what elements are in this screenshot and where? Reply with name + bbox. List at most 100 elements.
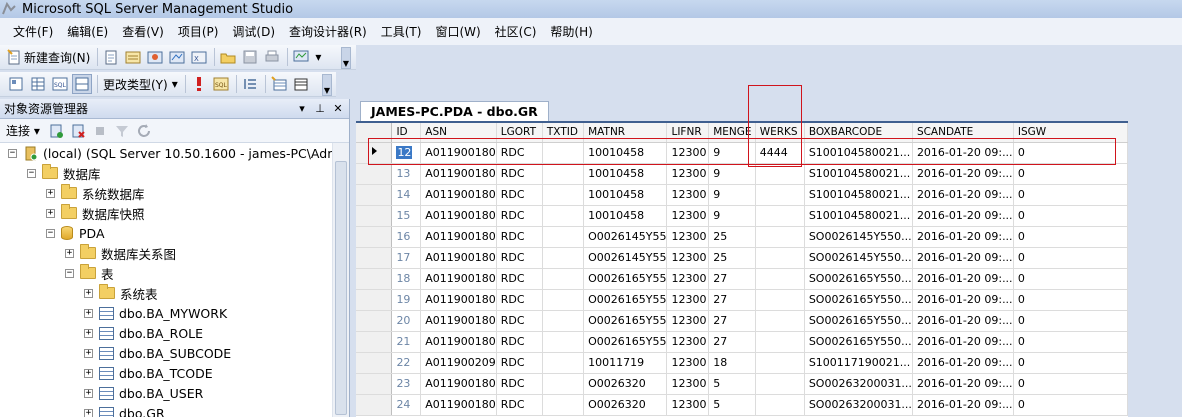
execute-sql-button[interactable]: [189, 74, 209, 94]
collapse-icon[interactable]: −: [46, 228, 55, 238]
cell-txtid[interactable]: [542, 373, 585, 395]
cell-menge[interactable]: 9: [708, 163, 756, 185]
row-selector[interactable]: [356, 247, 393, 269]
cell-asn[interactable]: A011900180: [420, 247, 497, 269]
cell-matnr[interactable]: 10010458: [583, 142, 668, 164]
refresh-button[interactable]: [134, 121, 154, 141]
column-header-scandate[interactable]: SCANDATE: [912, 123, 1014, 143]
tree-node-db-diagrams[interactable]: + 数据库关系图: [65, 243, 176, 263]
show-sql-pane-button[interactable]: SQL: [50, 74, 70, 94]
cell-lifnr[interactable]: 12300: [666, 226, 710, 248]
cell-lifnr[interactable]: 12300: [666, 331, 710, 353]
row-selector[interactable]: [356, 373, 393, 395]
cell-lgort[interactable]: RDC: [496, 289, 543, 311]
row-selector[interactable]: [356, 394, 393, 416]
cell-isgw[interactable]: 0: [1013, 142, 1128, 164]
table-row[interactable]: 18 A011900180 RDC O0026165Y55 12300 27 SO00261…: [356, 268, 1128, 290]
group-by-button[interactable]: [240, 74, 260, 94]
cell-asn[interactable]: A011900209: [420, 352, 497, 374]
change-type-dropdown[interactable]: 更改类型(Y) ▾: [101, 74, 180, 94]
panel-dropdown-icon[interactable]: ▾: [295, 102, 309, 115]
cell-asn[interactable]: A011900180: [420, 331, 497, 353]
column-header-matnr[interactable]: MATNR: [583, 123, 668, 143]
cell-txtid[interactable]: [542, 394, 585, 416]
cell-boxbarcode[interactable]: SO0026165Y550...: [804, 331, 913, 353]
tree-node-tables[interactable]: − 表: [65, 263, 114, 283]
cell-id[interactable]: 16: [391, 226, 422, 248]
cell-asn[interactable]: A011900180: [420, 142, 497, 164]
cell-boxbarcode[interactable]: SO00263200031...: [804, 394, 913, 416]
column-header-asn[interactable]: ASN: [420, 123, 497, 143]
cell-id[interactable]: 23: [391, 373, 422, 395]
cell-menge[interactable]: 5: [708, 394, 756, 416]
menu-edit[interactable]: 编辑(E): [60, 22, 115, 42]
connect-dropdown[interactable]: 连接 ▾: [6, 122, 40, 139]
cell-menge[interactable]: 25: [708, 247, 756, 269]
menu-tools[interactable]: 工具(T): [374, 22, 429, 42]
expand-icon[interactable]: +: [84, 348, 93, 358]
table-row[interactable]: 21 A011900180 RDC O0026165Y55 12300 27 SO00261…: [356, 331, 1128, 353]
cell-asn[interactable]: A011900180: [420, 163, 497, 185]
cell-werks[interactable]: 4444: [755, 142, 805, 164]
tree-node-table[interactable]: + dbo.BA_USER: [84, 383, 203, 403]
add-derived-table-button[interactable]: [291, 74, 311, 94]
table-row[interactable]: 17 A011900180 RDC O0026145Y55 12300 25 SO00261…: [356, 247, 1128, 269]
filter-button[interactable]: [112, 121, 132, 141]
cell-menge[interactable]: 27: [708, 289, 756, 311]
column-header-werks[interactable]: WERKS: [755, 123, 805, 143]
column-header-txtid[interactable]: TXTID: [542, 123, 585, 143]
column-header-boxbarcode[interactable]: BOXBARCODE: [804, 123, 913, 143]
cell-scandate[interactable]: 2016-01-20 09:...: [912, 268, 1014, 290]
cell-lgort[interactable]: RDC: [496, 373, 543, 395]
activity-monitor-button[interactable]: [291, 47, 311, 67]
cell-id[interactable]: 19: [391, 289, 422, 311]
expand-icon[interactable]: +: [46, 188, 55, 198]
cell-matnr[interactable]: O0026145Y55: [583, 226, 668, 248]
cell-werks[interactable]: [755, 184, 805, 206]
cell-lifnr[interactable]: 12300: [666, 163, 710, 185]
open-file-button[interactable]: [101, 47, 121, 67]
cell-scandate[interactable]: 2016-01-20 09:...: [912, 352, 1014, 374]
cell-lifnr[interactable]: 12300: [666, 394, 710, 416]
menu-query-designer[interactable]: 查询设计器(R): [282, 22, 374, 42]
menu-debug[interactable]: 调试(D): [225, 22, 282, 42]
show-diagram-pane-button[interactable]: [6, 74, 26, 94]
cell-scandate[interactable]: 2016-01-20 09:...: [912, 394, 1014, 416]
cell-id[interactable]: 22: [391, 352, 422, 374]
cell-werks[interactable]: [755, 394, 805, 416]
show-criteria-pane-button[interactable]: [28, 74, 48, 94]
cell-lgort[interactable]: RDC: [496, 352, 543, 374]
cell-lifnr[interactable]: 12300: [666, 142, 710, 164]
cell-isgw[interactable]: 0: [1013, 310, 1128, 332]
db-engine-query-button[interactable]: [123, 47, 143, 67]
cell-menge[interactable]: 9: [708, 142, 756, 164]
cell-lgort[interactable]: RDC: [496, 184, 543, 206]
cell-werks[interactable]: [755, 331, 805, 353]
cell-scandate[interactable]: 2016-01-20 09:...: [912, 331, 1014, 353]
row-selector[interactable]: [356, 310, 393, 332]
cell-isgw[interactable]: 0: [1013, 205, 1128, 227]
cell-boxbarcode[interactable]: S100104580021...: [804, 205, 913, 227]
verify-sql-button[interactable]: SQL: [211, 74, 231, 94]
cell-isgw[interactable]: 0: [1013, 394, 1128, 416]
cell-lifnr[interactable]: 12300: [666, 289, 710, 311]
cell-lgort[interactable]: RDC: [496, 226, 543, 248]
add-table-button[interactable]: [269, 74, 289, 94]
cell-boxbarcode[interactable]: SO0026145Y550...: [804, 247, 913, 269]
row-selector[interactable]: [356, 352, 393, 374]
row-selector[interactable]: [356, 205, 393, 227]
stop-button[interactable]: [90, 121, 110, 141]
expand-icon[interactable]: +: [84, 288, 93, 298]
cell-lifnr[interactable]: 12300: [666, 373, 710, 395]
collapse-icon[interactable]: −: [8, 148, 17, 158]
cell-id[interactable]: 24: [391, 394, 422, 416]
cell-werks[interactable]: [755, 352, 805, 374]
cell-asn[interactable]: A011900180: [420, 289, 497, 311]
cell-scandate[interactable]: 2016-01-20 09:...: [912, 184, 1014, 206]
cell-id[interactable]: 12: [391, 142, 422, 164]
cell-scandate[interactable]: 2016-01-20 09:...: [912, 247, 1014, 269]
menu-community[interactable]: 社区(C): [488, 22, 544, 42]
expand-icon[interactable]: +: [84, 308, 93, 318]
scrollbar-thumb[interactable]: [335, 161, 347, 415]
cell-menge[interactable]: 25: [708, 226, 756, 248]
